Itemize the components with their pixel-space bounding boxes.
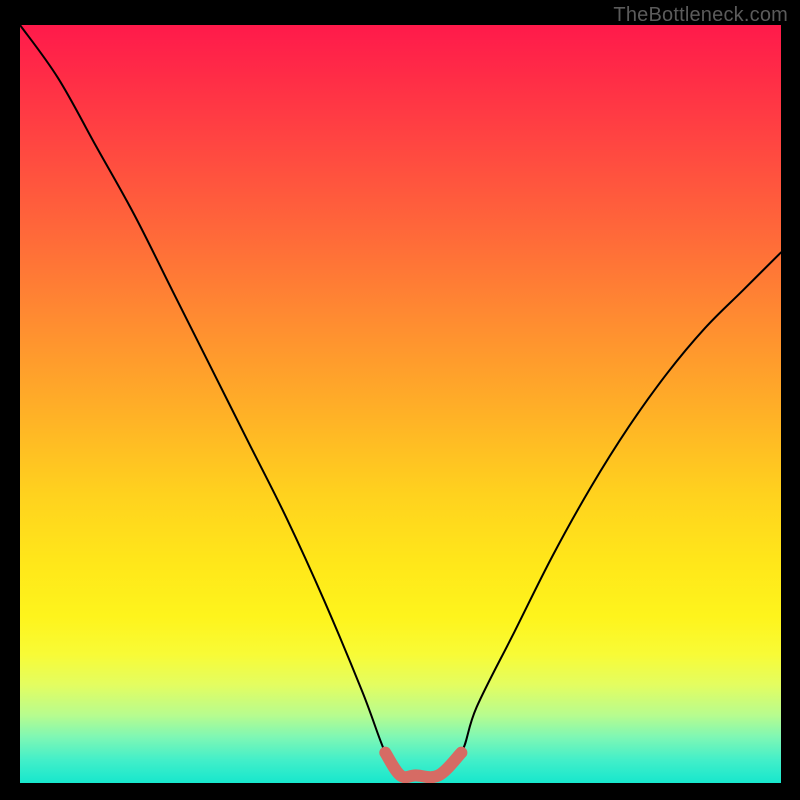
plot-area: [20, 25, 781, 783]
watermark-text: TheBottleneck.com: [613, 4, 788, 27]
chart-stage: TheBottleneck.com: [0, 0, 800, 800]
bottleneck-curve: [20, 25, 781, 777]
optimal-zone-highlight: [385, 753, 461, 778]
curve-layer: [20, 25, 781, 783]
